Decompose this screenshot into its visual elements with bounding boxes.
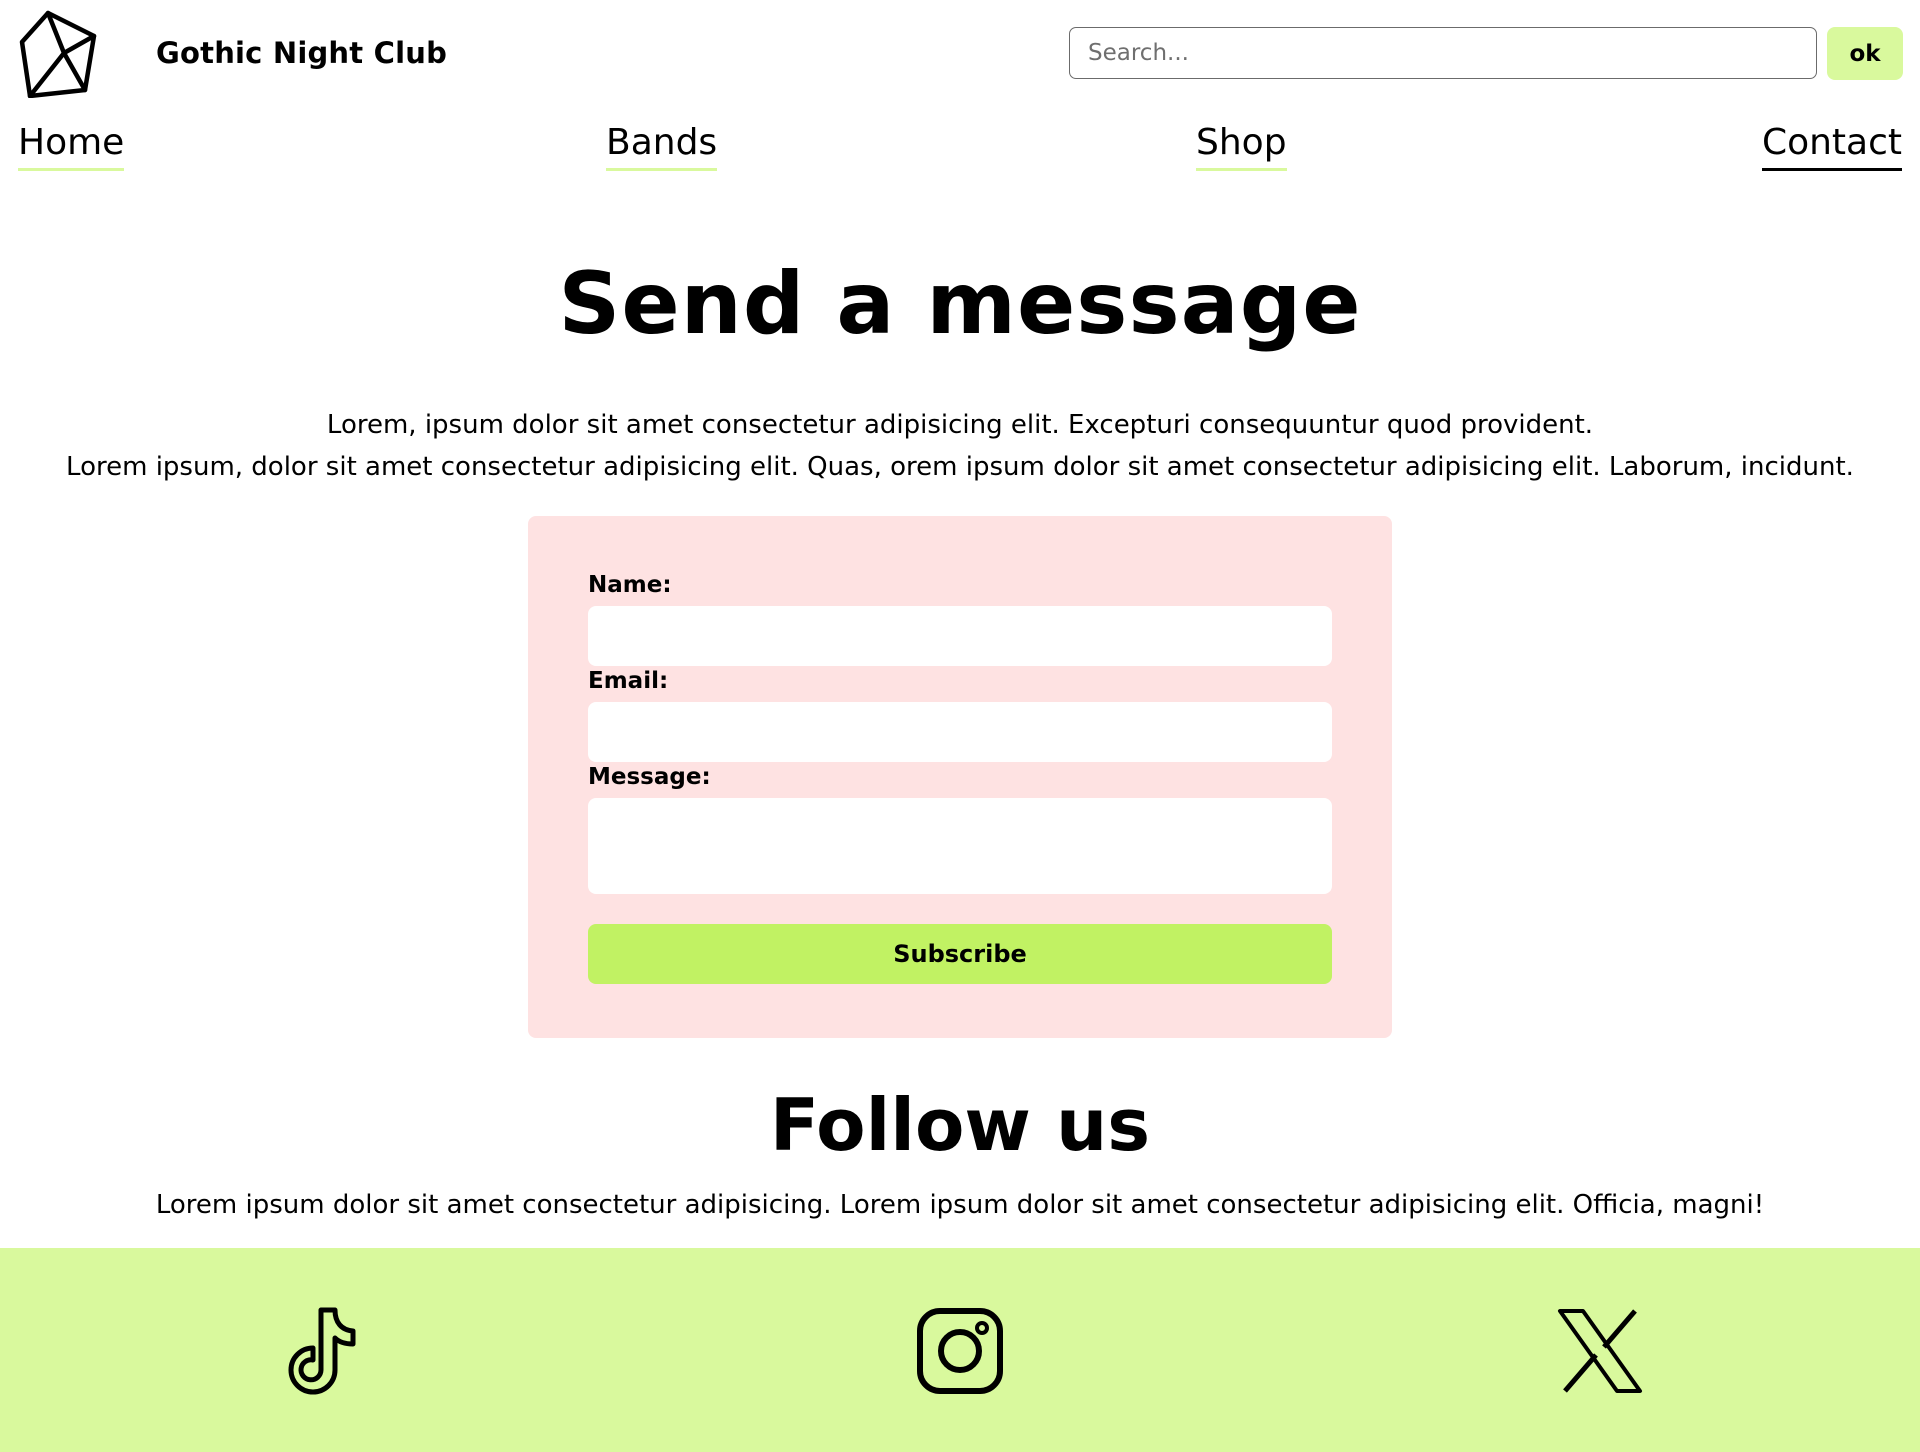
search-button[interactable]: ok — [1827, 27, 1903, 80]
page-title: Send a message — [558, 254, 1362, 354]
subscribe-button[interactable]: Subscribe — [588, 924, 1332, 984]
site-header: Gothic Night Club ok — [0, 0, 1920, 110]
contact-form: Name: Email: Message: Subscribe — [528, 516, 1392, 1038]
tiktok-icon[interactable] — [275, 1306, 365, 1396]
follow-text: Lorem ipsum dolor sit amet consectetur a… — [155, 1190, 1765, 1220]
email-field[interactable] — [588, 702, 1332, 762]
search-input[interactable] — [1069, 27, 1817, 79]
follow-title: Follow us — [769, 1083, 1151, 1167]
nav-home[interactable]: Home — [18, 122, 125, 171]
x-icon[interactable] — [1555, 1306, 1645, 1396]
site-name: Gothic Night Club — [156, 36, 448, 70]
instagram-icon[interactable] — [915, 1306, 1005, 1396]
name-label: Name: — [588, 572, 672, 598]
social-bar — [0, 1248, 1920, 1452]
intro-line: Lorem, ipsum dolor sit amet consectetur … — [326, 410, 1594, 440]
message-field[interactable] — [588, 798, 1332, 894]
gem-icon[interactable] — [18, 10, 104, 99]
message-label: Message: — [588, 764, 711, 790]
nav-bands[interactable]: Bands — [606, 122, 718, 171]
intro-text: Lorem, ipsum dolor sit amet consectetur … — [0, 404, 1920, 488]
nav-shop[interactable]: Shop — [1196, 122, 1287, 171]
name-field[interactable] — [588, 606, 1332, 666]
intro-line: Lorem ipsum, dolor sit amet consectetur … — [66, 452, 1854, 482]
nav-contact[interactable]: Contact — [1761, 122, 1902, 171]
email-label: Email: — [588, 668, 669, 694]
